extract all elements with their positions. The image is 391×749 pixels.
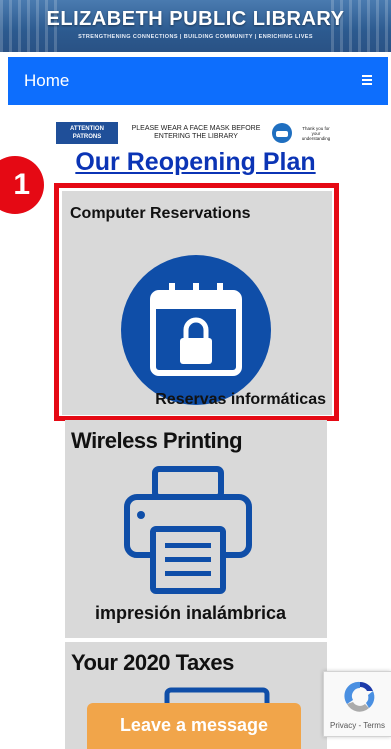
thanks-text: Thank you for your understanding	[301, 125, 331, 141]
page-title[interactable]: Our Reopening Plan	[0, 148, 391, 177]
hamburger-icon[interactable]	[358, 70, 378, 90]
library-banner[interactable]: ELIZABETH PUBLIC LIBRARY STRENGTHENING C…	[0, 0, 391, 52]
recaptcha-icon	[344, 681, 375, 712]
recaptcha-links[interactable]: Privacy - Terms	[330, 721, 385, 730]
face-mask-icon	[272, 123, 292, 143]
recaptcha-badge[interactable]: Privacy - Terms	[323, 671, 391, 737]
library-tagline: STRENGTHENING CONNECTIONS | BUILDING COM…	[78, 34, 313, 40]
highlight-frame	[54, 183, 339, 421]
tile-subtitle: impresión inalámbrica	[95, 603, 287, 623]
tile-title: Wireless Printing	[71, 428, 243, 453]
attention-label: ATTENTION PATRONS	[56, 122, 118, 144]
printer-icon	[124, 466, 252, 594]
mask-message: PLEASE WEAR A FACE MASK BEFORE ENTERING …	[131, 125, 261, 140]
leave-message-button[interactable]: Leave a message	[87, 703, 301, 749]
nav-home-link[interactable]: Home	[24, 71, 69, 91]
main-navbar: Home	[8, 57, 388, 105]
tile-title: Your 2020 Taxes	[71, 650, 234, 675]
mask-notice: ATTENTION PATRONS PLEASE WEAR A FACE MAS…	[56, 121, 338, 145]
wireless-printing-tile[interactable]: Wireless Printing impresión inalámbrica	[65, 420, 327, 638]
library-name: ELIZABETH PUBLIC LIBRARY	[46, 8, 345, 30]
